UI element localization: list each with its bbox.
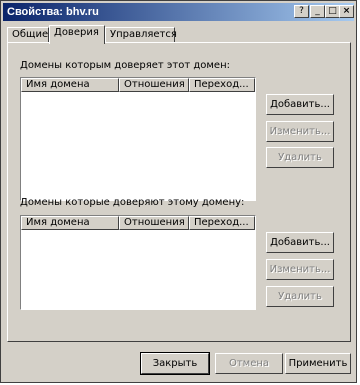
window-title: Свойства: bhv.ru (7, 6, 99, 18)
column-relationship[interactable]: Отношения (119, 216, 189, 230)
column-relationship[interactable]: Отношения (119, 78, 189, 92)
column-domain-name[interactable]: Имя домена (21, 216, 119, 230)
cancel-button[interactable]: Отмена (215, 353, 283, 374)
column-transitive[interactable]: Переход... (189, 216, 255, 230)
remove-trusting-button[interactable]: Удалить (266, 286, 334, 307)
column-domain-name[interactable]: Имя домена (21, 78, 119, 92)
title-bar[interactable]: Свойства: bhv.ru ? _ □ × (3, 3, 354, 21)
help-icon[interactable]: ? (294, 5, 309, 18)
remove-trusted-button[interactable]: Удалить (266, 147, 334, 168)
trusting-domains-label: Домены которые доверяют этому домену: (20, 197, 245, 208)
tab-panel: Домены которым доверяет этот домен: Имя … (7, 42, 351, 342)
trusted-domains-label: Домены которым доверяет этот домен: (20, 60, 230, 71)
trusted-domains-list[interactable]: Имя домена Отношения Переход... (20, 77, 256, 201)
trusting-domains-list[interactable]: Имя домена Отношения Переход... (20, 215, 256, 310)
list-header: Имя домена Отношения Переход... (21, 216, 255, 230)
tab-trusts[interactable]: Доверия (49, 25, 105, 44)
add-trusting-button[interactable]: Добавить... (266, 232, 334, 253)
column-transitive[interactable]: Переход... (189, 78, 255, 92)
tab-managed-by[interactable]: Управляется (105, 27, 177, 43)
edit-trusted-button[interactable]: Изменить... (266, 121, 334, 142)
tab-general[interactable]: Общие (7, 27, 49, 43)
add-trusted-button[interactable]: Добавить... (266, 94, 334, 115)
apply-button[interactable]: Применить (285, 353, 351, 374)
minimize-icon[interactable]: _ (310, 5, 325, 18)
maximize-icon[interactable]: □ (325, 5, 340, 18)
edit-trusting-button[interactable]: Изменить... (266, 259, 334, 280)
properties-dialog: Свойства: bhv.ru ? _ □ × Общие Доверия У… (0, 0, 357, 383)
close-button[interactable]: Закрыть (140, 352, 210, 375)
close-icon[interactable]: × (339, 5, 354, 18)
list-header: Имя домена Отношения Переход... (21, 78, 255, 92)
